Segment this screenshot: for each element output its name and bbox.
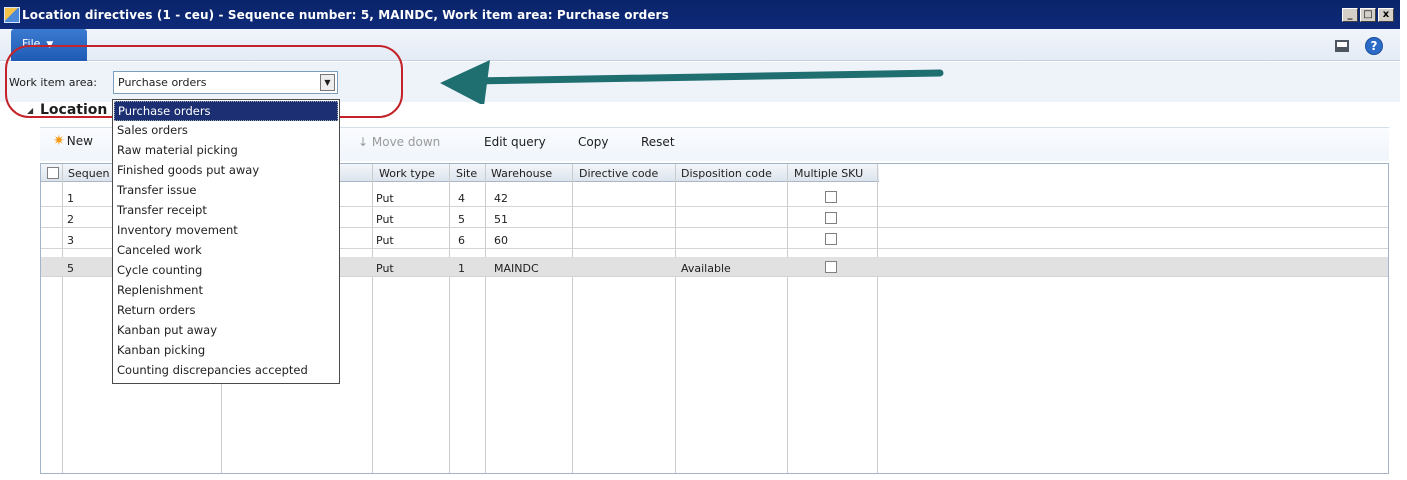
dropdown-option[interactable]: Finished goods put away bbox=[114, 161, 338, 181]
cell-warehouse: 51 bbox=[494, 213, 508, 226]
move-down-button[interactable]: ↓ Move down bbox=[358, 135, 440, 149]
multiple-sku-checkbox[interactable] bbox=[825, 191, 837, 203]
copy-button[interactable]: Copy bbox=[578, 135, 608, 149]
header-directive-code[interactable]: Directive code bbox=[579, 167, 658, 180]
header-warehouse[interactable]: Warehouse bbox=[491, 167, 552, 180]
new-star-icon: ✷ bbox=[53, 133, 65, 149]
cell-sequence: 3 bbox=[67, 234, 74, 247]
new-button[interactable]: ✷ New bbox=[53, 133, 93, 149]
move-down-label: Move down bbox=[371, 135, 441, 149]
cell-site: 1 bbox=[458, 262, 465, 275]
edit-query-button[interactable]: Edit query bbox=[484, 135, 546, 149]
select-all-checkbox[interactable] bbox=[47, 167, 59, 179]
dropdown-option[interactable]: Canceled work bbox=[114, 241, 338, 261]
cell-work-type: Put bbox=[376, 213, 394, 226]
dropdown-option[interactable]: Cycle counting bbox=[114, 261, 338, 281]
dropdown-option[interactable]: Transfer receipt bbox=[114, 201, 338, 221]
dropdown-option[interactable]: Transfer issue bbox=[114, 181, 338, 201]
cell-disposition-code: Available bbox=[681, 262, 731, 275]
header-multiple-sku[interactable]: Multiple SKU bbox=[794, 167, 863, 180]
cell-site: 4 bbox=[458, 192, 465, 205]
dropdown-option[interactable]: Raw material picking bbox=[114, 141, 338, 161]
header-disposition-code[interactable]: Disposition code bbox=[681, 167, 772, 180]
cell-sequence: 1 bbox=[67, 192, 74, 205]
cell-site: 5 bbox=[458, 213, 465, 226]
title-bar: Location directives (1 - ceu) - Sequence… bbox=[0, 0, 1400, 29]
dropdown-option[interactable]: Kanban picking bbox=[114, 341, 338, 361]
dropdown-option[interactable]: Purchase orders bbox=[114, 101, 338, 121]
cell-work-type: Put bbox=[376, 234, 394, 247]
multiple-sku-checkbox[interactable] bbox=[825, 233, 837, 245]
location-directives-window: Location directives (1 - ceu) - Sequence… bbox=[0, 0, 1407, 480]
cell-warehouse: 42 bbox=[494, 192, 508, 205]
dropdown-option[interactable]: Sales orders bbox=[114, 121, 338, 141]
multiple-sku-checkbox[interactable] bbox=[825, 261, 837, 273]
minimize-button[interactable]: _ bbox=[1342, 8, 1358, 22]
header-work-type[interactable]: Work type bbox=[379, 167, 435, 180]
dropdown-option[interactable]: Replenishment bbox=[114, 281, 338, 301]
dropdown-option[interactable]: Kanban put away bbox=[114, 321, 338, 341]
header-site[interactable]: Site bbox=[456, 167, 477, 180]
help-icon[interactable]: ? bbox=[1365, 37, 1383, 55]
annotation-arrow bbox=[440, 60, 944, 104]
dropdown-option[interactable]: Inventory movement bbox=[114, 221, 338, 241]
cell-site: 6 bbox=[458, 234, 465, 247]
work-item-area-dropdown-list: Purchase orders Sales orders Raw materia… bbox=[112, 99, 340, 384]
panel-toggle-icon[interactable] bbox=[1335, 40, 1349, 52]
dropdown-option[interactable]: Return orders bbox=[114, 301, 338, 321]
cell-work-type: Put bbox=[376, 192, 394, 205]
header-sequence[interactable]: Sequen bbox=[68, 167, 109, 180]
window-title: Location directives (1 - ceu) - Sequence… bbox=[22, 8, 669, 22]
reset-button[interactable]: Reset bbox=[641, 135, 675, 149]
section-title: Location bbox=[40, 102, 108, 118]
cell-work-type: Put bbox=[376, 262, 394, 275]
cell-sequence: 2 bbox=[67, 213, 74, 226]
maximize-button[interactable]: □ bbox=[1360, 8, 1376, 22]
cell-warehouse: 60 bbox=[494, 234, 508, 247]
multiple-sku-checkbox[interactable] bbox=[825, 212, 837, 224]
close-button[interactable]: x bbox=[1378, 8, 1394, 22]
arrow-down-icon: ↓ bbox=[358, 135, 372, 149]
cell-sequence: 5 bbox=[67, 262, 74, 275]
app-icon bbox=[4, 7, 20, 23]
collapse-caret-icon[interactable]: ◢ bbox=[27, 106, 33, 115]
new-button-label: New bbox=[66, 134, 93, 148]
cell-warehouse: MAINDC bbox=[494, 262, 539, 275]
dropdown-option[interactable]: Counting discrepancies accepted bbox=[114, 361, 338, 381]
